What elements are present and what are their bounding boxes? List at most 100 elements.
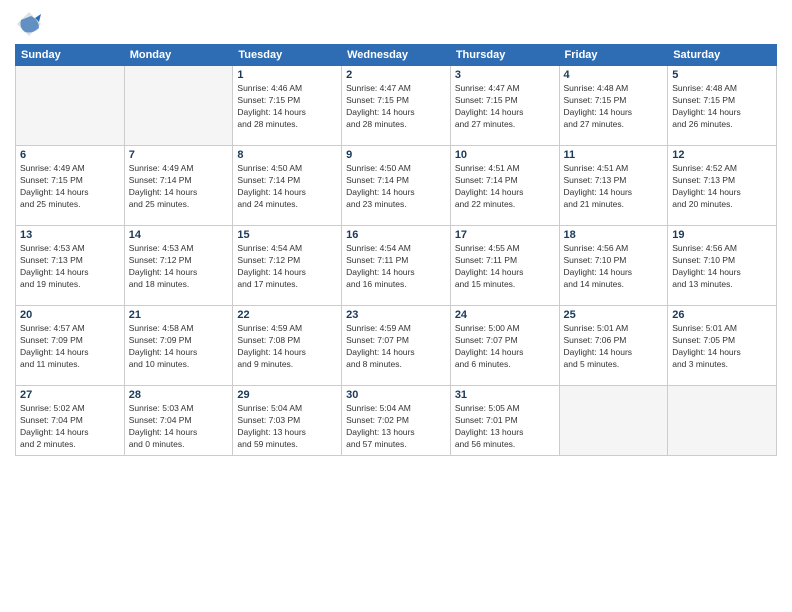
day-info: Sunrise: 4:50 AM Sunset: 7:14 PM Dayligh…	[346, 163, 446, 211]
calendar-cell: 5 Sunrise: 4:48 AM Sunset: 7:15 PM Daylig…	[668, 66, 777, 146]
day-number: 18	[564, 229, 664, 241]
calendar-cell: 26 Sunrise: 5:01 AM Sunset: 7:05 PM Dayli…	[668, 306, 777, 386]
day-info: Sunrise: 5:05 AM Sunset: 7:01 PM Dayligh…	[455, 403, 555, 451]
day-info: Sunrise: 5:03 AM Sunset: 7:04 PM Dayligh…	[129, 403, 229, 451]
calendar-cell: 6 Sunrise: 4:49 AM Sunset: 7:15 PM Daylig…	[16, 146, 125, 226]
weekday-header-monday: Monday	[124, 45, 233, 66]
day-info: Sunrise: 4:53 AM Sunset: 7:13 PM Dayligh…	[20, 243, 120, 291]
weekday-header-sunday: Sunday	[16, 45, 125, 66]
day-number: 7	[129, 149, 229, 161]
day-info: Sunrise: 4:59 AM Sunset: 7:07 PM Dayligh…	[346, 323, 446, 371]
day-number: 27	[20, 389, 120, 401]
calendar-cell: 14 Sunrise: 4:53 AM Sunset: 7:12 PM Dayli…	[124, 226, 233, 306]
day-number: 23	[346, 309, 446, 321]
calendar-cell: 7 Sunrise: 4:49 AM Sunset: 7:14 PM Daylig…	[124, 146, 233, 226]
day-number: 15	[237, 229, 337, 241]
page-header	[15, 10, 777, 38]
day-number: 11	[564, 149, 664, 161]
day-number: 1	[237, 69, 337, 81]
calendar-cell: 2 Sunrise: 4:47 AM Sunset: 7:15 PM Daylig…	[342, 66, 451, 146]
calendar-cell: 10Sunrise: 4:51 AM Sunset: 7:14 PM Dayli…	[450, 146, 559, 226]
calendar-cell: 22 Sunrise: 4:59 AM Sunset: 7:08 PM Dayli…	[233, 306, 342, 386]
day-number: 4	[564, 69, 664, 81]
day-number: 9	[346, 149, 446, 161]
day-number: 21	[129, 309, 229, 321]
calendar-cell: 4Sunrise: 4:48 AM Sunset: 7:15 PM Daylig…	[559, 66, 668, 146]
day-info: Sunrise: 4:46 AM Sunset: 7:15 PM Dayligh…	[237, 83, 337, 131]
day-info: Sunrise: 4:47 AM Sunset: 7:15 PM Dayligh…	[346, 83, 446, 131]
calendar-cell: 27 Sunrise: 5:02 AM Sunset: 7:04 PM Dayli…	[16, 386, 125, 456]
day-number: 14	[129, 229, 229, 241]
day-number: 29	[237, 389, 337, 401]
day-info: Sunrise: 4:54 AM Sunset: 7:12 PM Dayligh…	[237, 243, 337, 291]
day-number: 25	[564, 309, 664, 321]
day-number: 24	[455, 309, 555, 321]
day-info: Sunrise: 4:52 AM Sunset: 7:13 PM Dayligh…	[672, 163, 772, 211]
logo-icon	[15, 10, 43, 38]
day-info: Sunrise: 5:02 AM Sunset: 7:04 PM Dayligh…	[20, 403, 120, 451]
day-number: 22	[237, 309, 337, 321]
day-info: Sunrise: 5:01 AM Sunset: 7:06 PM Dayligh…	[564, 323, 664, 371]
calendar-cell: 24 Sunrise: 5:00 AM Sunset: 7:07 PM Dayli…	[450, 306, 559, 386]
calendar-cell: 9 Sunrise: 4:50 AM Sunset: 7:14 PM Daylig…	[342, 146, 451, 226]
day-info: Sunrise: 4:51 AM Sunset: 7:13 PM Dayligh…	[564, 163, 664, 211]
day-number: 20	[20, 309, 120, 321]
calendar-cell: 29Sunrise: 5:04 AM Sunset: 7:03 PM Dayli…	[233, 386, 342, 456]
calendar-cell: 18 Sunrise: 4:56 AM Sunset: 7:10 PM Dayli…	[559, 226, 668, 306]
day-info: Sunrise: 4:58 AM Sunset: 7:09 PM Dayligh…	[129, 323, 229, 371]
day-number: 6	[20, 149, 120, 161]
day-info: Sunrise: 4:56 AM Sunset: 7:10 PM Dayligh…	[672, 243, 772, 291]
weekday-header-wednesday: Wednesday	[342, 45, 451, 66]
day-number: 2	[346, 69, 446, 81]
day-number: 8	[237, 149, 337, 161]
calendar-cell: 11 Sunrise: 4:51 AM Sunset: 7:13 PM Dayli…	[559, 146, 668, 226]
day-info: Sunrise: 4:57 AM Sunset: 7:09 PM Dayligh…	[20, 323, 120, 371]
calendar-cell: 3 Sunrise: 4:47 AM Sunset: 7:15 PM Daylig…	[450, 66, 559, 146]
day-number: 12	[672, 149, 772, 161]
calendar-cell: 16 Sunrise: 4:54 AM Sunset: 7:11 PM Dayli…	[342, 226, 451, 306]
day-info: Sunrise: 4:50 AM Sunset: 7:14 PM Dayligh…	[237, 163, 337, 211]
day-info: Sunrise: 4:54 AM Sunset: 7:11 PM Dayligh…	[346, 243, 446, 291]
day-number: 10	[455, 149, 555, 161]
calendar-page: SundayMondayTuesdayWednesdayThursdayFrid…	[0, 0, 792, 612]
day-info: Sunrise: 4:47 AM Sunset: 7:15 PM Dayligh…	[455, 83, 555, 131]
calendar-cell: 17 Sunrise: 4:55 AM Sunset: 7:11 PM Dayli…	[450, 226, 559, 306]
calendar-cell: 31 Sunrise: 5:05 AM Sunset: 7:01 PM Dayli…	[450, 386, 559, 456]
day-number: 28	[129, 389, 229, 401]
logo	[15, 10, 47, 38]
day-number: 5	[672, 69, 772, 81]
calendar-table: SundayMondayTuesdayWednesdayThursdayFrid…	[15, 44, 777, 456]
calendar-cell: 23 Sunrise: 4:59 AM Sunset: 7:07 PM Dayli…	[342, 306, 451, 386]
day-number: 26	[672, 309, 772, 321]
calendar-cell: 13 Sunrise: 4:53 AM Sunset: 7:13 PM Dayli…	[16, 226, 125, 306]
day-number: 13	[20, 229, 120, 241]
calendar-cell: 1 Sunrise: 4:46 AM Sunset: 7:15 PM Daylig…	[233, 66, 342, 146]
calendar-cell: 30 Sunrise: 5:04 AM Sunset: 7:02 PM Dayli…	[342, 386, 451, 456]
calendar-cell	[124, 66, 233, 146]
day-number: 17	[455, 229, 555, 241]
calendar-cell: 15 Sunrise: 4:54 AM Sunset: 7:12 PM Dayli…	[233, 226, 342, 306]
weekday-header-thursday: Thursday	[450, 45, 559, 66]
day-info: Sunrise: 4:55 AM Sunset: 7:11 PM Dayligh…	[455, 243, 555, 291]
weekday-header-tuesday: Tuesday	[233, 45, 342, 66]
calendar-cell: 25 Sunrise: 5:01 AM Sunset: 7:06 PM Dayli…	[559, 306, 668, 386]
calendar-cell	[668, 386, 777, 456]
day-info: Sunrise: 4:56 AM Sunset: 7:10 PM Dayligh…	[564, 243, 664, 291]
day-info: Sunrise: 5:04 AM Sunset: 7:02 PM Dayligh…	[346, 403, 446, 451]
day-info: Sunrise: 4:59 AM Sunset: 7:08 PM Dayligh…	[237, 323, 337, 371]
day-number: 31	[455, 389, 555, 401]
calendar-cell: 19Sunrise: 4:56 AM Sunset: 7:10 PM Dayli…	[668, 226, 777, 306]
calendar-cell	[16, 66, 125, 146]
day-number: 30	[346, 389, 446, 401]
day-number: 16	[346, 229, 446, 241]
day-info: Sunrise: 4:49 AM Sunset: 7:14 PM Dayligh…	[129, 163, 229, 211]
day-number: 3	[455, 69, 555, 81]
calendar-cell: 12 Sunrise: 4:52 AM Sunset: 7:13 PM Dayli…	[668, 146, 777, 226]
day-info: Sunrise: 4:53 AM Sunset: 7:12 PM Dayligh…	[129, 243, 229, 291]
weekday-header-friday: Friday	[559, 45, 668, 66]
day-info: Sunrise: 5:01 AM Sunset: 7:05 PM Dayligh…	[672, 323, 772, 371]
calendar-cell	[559, 386, 668, 456]
day-info: Sunrise: 4:49 AM Sunset: 7:15 PM Dayligh…	[20, 163, 120, 211]
day-info: Sunrise: 4:48 AM Sunset: 7:15 PM Dayligh…	[672, 83, 772, 131]
day-info: Sunrise: 5:00 AM Sunset: 7:07 PM Dayligh…	[455, 323, 555, 371]
